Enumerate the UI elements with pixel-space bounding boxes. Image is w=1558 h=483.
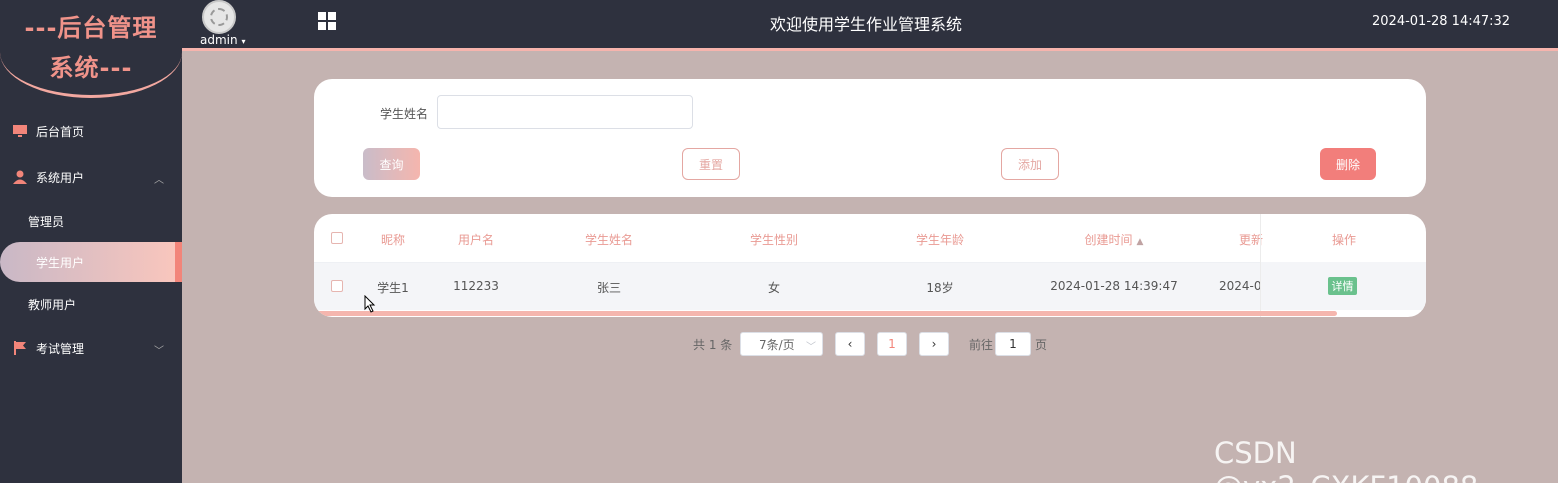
sidebar-item-teacher-users[interactable]: 教师用户 [0, 284, 182, 324]
sidebar-item-label: 学生用户 [36, 255, 85, 270]
cell-created: 2024-01-28 14:39:47 [1050, 279, 1178, 293]
reset-button[interactable]: 重置 [682, 148, 740, 180]
watermark: CSDN @vx2_CXKF10088 [1214, 436, 1478, 483]
column-header: 学生性别 [749, 233, 798, 247]
row-checkbox[interactable] [331, 280, 343, 292]
sidebar-item-label: 管理员 [28, 214, 65, 229]
sidebar-item-home[interactable]: 后台首页 [0, 111, 182, 151]
prev-page-button[interactable]: ‹ [835, 332, 865, 356]
sidebar-item-student-users[interactable]: 学生用户 [0, 242, 182, 282]
goto-label: 前往 [969, 338, 994, 352]
cell-gender: 女 [767, 281, 780, 295]
current-datetime: 2024-01-28 14:47:32 [1372, 14, 1511, 29]
cell-nickname: 学生1 [377, 281, 409, 295]
cell-name: 张三 [596, 281, 621, 295]
chevron-left-icon: ‹ [847, 337, 853, 351]
data-table: 昵称 用户名 学生姓名 学生性别 学生年龄 创建时间 ▲ 更新 学生1 11223… [314, 214, 1426, 317]
column-header-sortable[interactable]: 创建时间 ▲ [1064, 231, 1164, 248]
sidebar-item-label: 后台首页 [36, 124, 85, 139]
cell-age: 18岁 [926, 281, 954, 295]
user-icon [13, 170, 27, 184]
sidebar-item-label: 系统用户 [36, 170, 85, 185]
page-size-select[interactable]: 7条/页 ﹀ [740, 332, 823, 356]
logo-line2: 系统--- [49, 54, 133, 82]
sidebar-item-system-users[interactable]: 系统用户 ︿ [0, 157, 182, 197]
chevron-down-icon: ﹀ [806, 342, 816, 353]
chevron-up-icon: ︿ [154, 175, 164, 186]
chevron-right-icon: › [931, 337, 937, 351]
goto-page-input[interactable]: 1 [995, 332, 1031, 356]
page-title: 欢迎使用学生作业管理系统 [770, 15, 963, 34]
delete-button[interactable]: 删除 [1320, 148, 1376, 180]
user-name: admin [200, 33, 238, 47]
column-header: 学生姓名 [584, 233, 633, 247]
sidebar-item-admin[interactable]: 管理员 [0, 201, 182, 241]
horizontal-scrollbar[interactable] [314, 311, 1337, 316]
page-number-current[interactable]: 1 [877, 332, 907, 356]
column-header: 用户名 [457, 233, 494, 247]
flag-icon [14, 341, 26, 355]
query-button[interactable]: 查询 [363, 148, 420, 180]
add-button[interactable]: 添加 [1001, 148, 1059, 180]
loading-icon [210, 8, 228, 26]
sort-icon[interactable]: ▲ [1137, 237, 1144, 247]
sidebar-item-label: 教师用户 [28, 297, 77, 312]
caret-down-icon: ▾ [241, 37, 246, 46]
menu-grid-icon[interactable] [318, 12, 336, 30]
student-name-input[interactable] [437, 95, 693, 129]
sidebar-item-exam[interactable]: 考试管理 ﹀ [0, 328, 182, 368]
avatar[interactable] [202, 0, 236, 34]
page-suffix-label: 页 [1035, 338, 1048, 352]
pagination-total: 共 1 条 [693, 338, 733, 352]
page-size-value: 7条/页 [759, 337, 795, 352]
sidebar-item-label: 考试管理 [36, 341, 85, 356]
student-name-label: 学生姓名 [380, 107, 429, 121]
sidebar: ---后台管理 系统--- 后台首页 系统用户 ︿ 管理员 学生用户 教师用户 … [0, 0, 182, 483]
column-header: 操作 [1331, 233, 1356, 247]
select-all-checkbox[interactable] [331, 232, 343, 244]
monitor-icon [13, 125, 27, 137]
mouse-cursor-icon [364, 295, 376, 313]
column-header: 昵称 [380, 233, 405, 247]
column-header: 学生年龄 [915, 233, 964, 247]
search-panel: 学生姓名 查询 重置 添加 删除 [314, 79, 1426, 197]
next-page-button[interactable]: › [919, 332, 949, 356]
chevron-down-icon: ﹀ [154, 346, 164, 357]
column-header-label: 创建时间 [1084, 233, 1133, 247]
detail-button[interactable]: 详情 [1328, 277, 1357, 295]
cell-username: 112233 [453, 279, 499, 293]
user-dropdown[interactable]: admin ▾ [200, 33, 245, 47]
logo: ---后台管理 系统--- [0, 0, 182, 98]
logo-line1: ---后台管理 [24, 14, 158, 42]
